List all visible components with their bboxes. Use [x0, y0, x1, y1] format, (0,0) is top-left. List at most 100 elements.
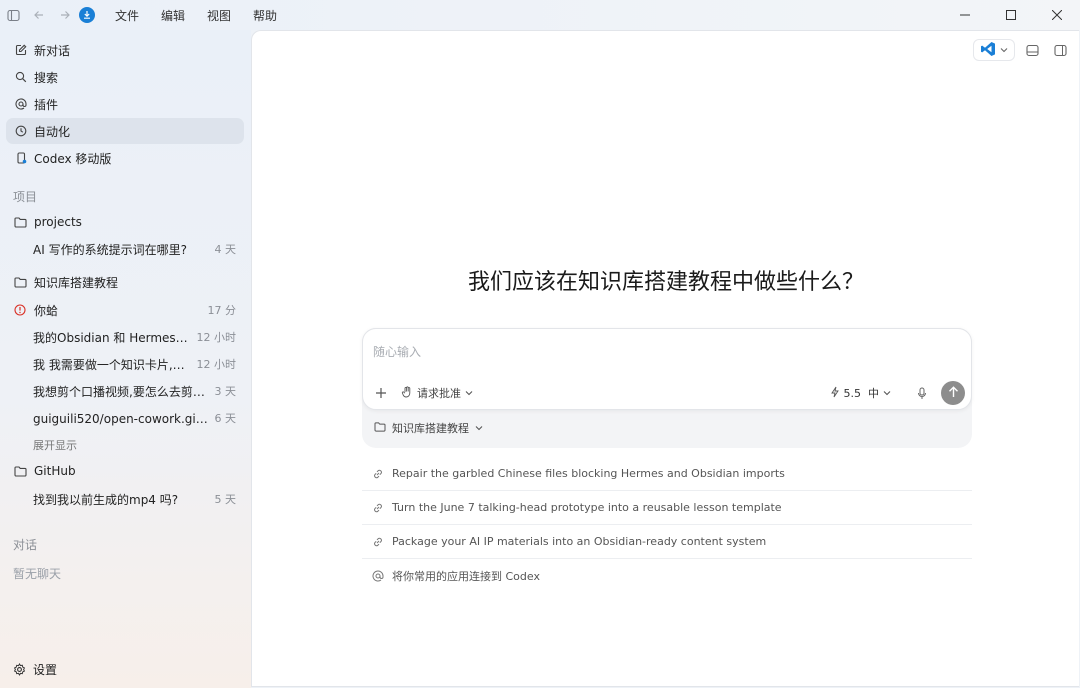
main-panel: 我们应该在知识库搭建教程中做些什么？ 随心输入 请求批准 5.5 中 知识库搭建… — [251, 30, 1079, 687]
link-icon — [372, 467, 386, 481]
maximize-icon[interactable] — [988, 0, 1034, 30]
composer-box[interactable]: 随心输入 请求批准 5.5 中 — [362, 328, 972, 410]
menu-help[interactable]: 帮助 — [242, 7, 288, 24]
sidebar-item-new-chat[interactable]: 新对话 — [6, 37, 244, 63]
lightning-icon — [830, 386, 840, 401]
mobile-icon — [14, 151, 28, 165]
edit-icon — [14, 43, 28, 57]
project-selector-label: 知识库搭建教程 — [392, 422, 469, 435]
thread-time: 12 小时 — [196, 331, 237, 344]
arrow-up-icon — [948, 385, 959, 401]
thread-time: 5 天 — [214, 493, 237, 506]
settings-button[interactable]: 设置 — [13, 661, 57, 678]
thread-title: AI 写作的系统提示词在哪里? — [33, 242, 187, 257]
top-toolbar — [973, 39, 1071, 61]
folder-icon — [14, 275, 28, 289]
terminal-panel-icon[interactable] — [1021, 39, 1043, 61]
thread-item[interactable]: AI 写作的系统提示词在哪里? 4 天 — [6, 237, 244, 261]
thread-item[interactable]: 我想剪个口播视频,要怎么去剪辑... 3 天 — [6, 379, 244, 403]
gear-icon — [13, 663, 27, 677]
thread-item[interactable]: 找到我以前生成的mp4 吗? 5 天 — [6, 487, 244, 511]
sidebar-item-label: 插件 — [34, 97, 59, 112]
chats-section-title: 对话 — [13, 538, 38, 552]
at-icon — [14, 97, 28, 111]
show-more-link[interactable]: 展开显示 — [33, 437, 77, 453]
project-name: projects — [34, 215, 82, 229]
error-icon — [14, 303, 28, 317]
download-update-icon[interactable] — [76, 4, 98, 26]
settings-label: 设置 — [33, 663, 58, 677]
project-folder[interactable]: GitHub — [6, 459, 244, 483]
menu-bar: 文件 编辑 视图 帮助 — [104, 7, 288, 24]
message-input[interactable]: 随心输入 — [373, 343, 421, 360]
window-controls — [942, 0, 1080, 30]
sidebar-item-label: Codex 移动版 — [34, 151, 112, 166]
chevron-down-icon — [883, 387, 891, 400]
microphone-icon[interactable] — [911, 382, 933, 404]
sidebar-item-codex-mobile[interactable]: Codex 移动版 — [6, 145, 244, 171]
folder-icon — [374, 421, 386, 435]
vscode-icon — [980, 41, 996, 60]
approval-mode-label: 请求批准 — [417, 387, 461, 400]
menu-edit[interactable]: 编辑 — [150, 7, 196, 24]
chevron-down-icon — [465, 387, 473, 400]
sidebar: 新对话 搜索 插件 自动化 Codex 移动版 项目 projects AI 写… — [0, 30, 251, 688]
suggestion-text: Package your AI IP materials into an Obs… — [392, 535, 767, 548]
model-effort: 中 — [868, 387, 879, 400]
forward-arrow-icon[interactable] — [54, 4, 76, 26]
approval-mode-dropdown[interactable]: 请求批准 — [401, 385, 473, 401]
project-name: 知识库搭建教程 — [34, 275, 119, 290]
thread-title: 你蛤 — [34, 303, 59, 318]
thread-item[interactable]: 我的Obsidian 和 Hermes 对话... 12 小时 — [6, 325, 244, 349]
add-attachment-button[interactable] — [371, 383, 391, 403]
suggestion-item[interactable]: Turn the June 7 talking-head prototype i… — [362, 491, 972, 525]
composer-toolbar: 请求批准 5.5 中 — [371, 381, 965, 405]
thread-time: 6 天 — [214, 412, 237, 425]
open-in-vscode-button[interactable] — [973, 39, 1015, 61]
thread-item[interactable]: guiguili520/open-cowork.git 启... 6 天 — [6, 406, 244, 430]
minimize-icon[interactable] — [942, 0, 988, 30]
thread-time: 12 小时 — [196, 358, 237, 371]
composer-area: 随心输入 请求批准 5.5 中 知识库搭建教程 — [362, 328, 972, 448]
sidebar-toggle-icon[interactable] — [2, 4, 24, 26]
close-icon[interactable] — [1034, 0, 1080, 30]
project-folder[interactable]: projects — [6, 210, 244, 234]
sidebar-item-label: 新对话 — [34, 43, 71, 58]
thread-title: 我 我需要做一个知识卡片,然... — [33, 357, 191, 372]
suggestion-item[interactable]: Package your AI IP materials into an Obs… — [362, 525, 972, 559]
thread-title: 找到我以前生成的mp4 吗? — [33, 492, 179, 507]
menu-file[interactable]: 文件 — [104, 7, 150, 24]
folder-icon — [14, 464, 28, 478]
project-selector[interactable]: 知识库搭建教程 — [374, 420, 483, 436]
model-version: 5.5 — [843, 386, 862, 400]
suggestion-item[interactable]: 将你常用的应用连接到 Codex — [362, 559, 972, 593]
thread-item[interactable]: 你蛤 17 分 — [6, 298, 244, 322]
send-button[interactable] — [941, 381, 965, 405]
sidebar-item-label: 搜索 — [34, 70, 59, 85]
project-name: GitHub — [34, 464, 76, 478]
model-selector[interactable]: 5.5 中 — [830, 385, 892, 401]
suggestion-text: 将你常用的应用连接到 Codex — [392, 570, 540, 583]
back-arrow-icon[interactable] — [28, 4, 50, 26]
sidebar-item-search[interactable]: 搜索 — [6, 64, 244, 90]
side-panel-icon[interactable] — [1049, 39, 1071, 61]
thread-item[interactable]: 我 我需要做一个知识卡片,然... 12 小时 — [6, 352, 244, 376]
link-icon — [372, 501, 386, 515]
menu-view[interactable]: 视图 — [196, 7, 242, 24]
sidebar-item-automation[interactable]: 自动化 — [6, 118, 244, 144]
thread-title: guiguili520/open-cowork.git 启... — [33, 411, 209, 426]
thread-title: 我想剪个口播视频,要怎么去剪辑... — [33, 384, 209, 399]
suggestion-item[interactable]: Repair the garbled Chinese files blockin… — [362, 457, 972, 491]
sidebar-item-plugins[interactable]: 插件 — [6, 91, 244, 117]
chats-empty-text: 暂无聊天 — [13, 567, 62, 581]
project-folder[interactable]: 知识库搭建教程 — [6, 270, 244, 294]
search-icon — [14, 70, 28, 84]
title-bar-left: 文件 编辑 视图 帮助 — [0, 4, 288, 26]
sidebar-item-label: 自动化 — [34, 124, 71, 139]
thread-time: 3 天 — [214, 385, 237, 398]
link-icon — [372, 535, 386, 549]
projects-section-title: 项目 — [13, 190, 38, 204]
page-title: 我们应该在知识库搭建教程中做些什么？ — [467, 270, 864, 295]
suggestion-text: Repair the garbled Chinese files blockin… — [392, 467, 785, 480]
hand-icon — [401, 385, 413, 401]
